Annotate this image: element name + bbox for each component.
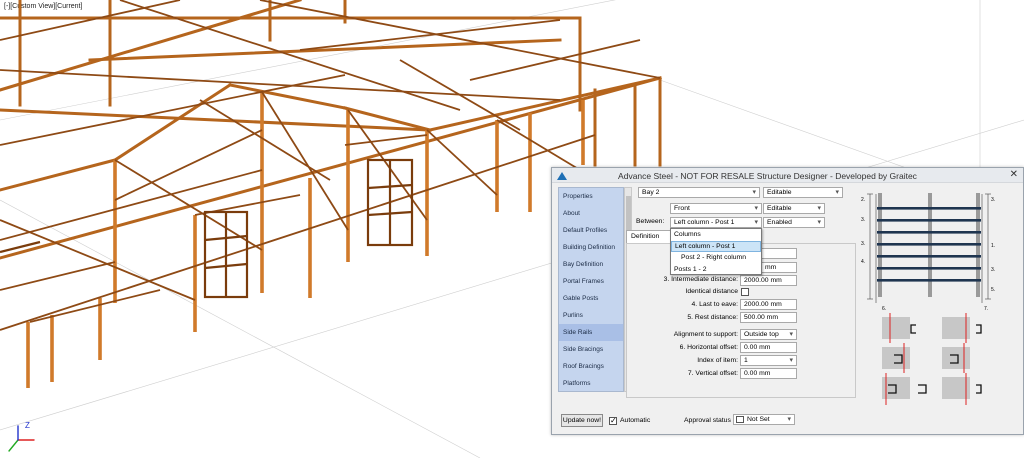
- rail-section-options: [882, 313, 998, 405]
- between-label: Between:: [636, 218, 665, 225]
- nav-item-portal-frames[interactable]: Portal Frames: [559, 273, 623, 290]
- approval-status-value: Not Set: [747, 416, 770, 423]
- rest-distance-input[interactable]: 500.00 mm: [740, 312, 797, 323]
- update-now-button[interactable]: Update now!: [561, 414, 603, 427]
- preview-label: 6.: [882, 306, 886, 311]
- preview-label: 3.: [861, 241, 865, 247]
- side-rail-preview: 2. 3. 3. 4. 3. 1. 3. 5. 6. 7.: [861, 193, 995, 311]
- automatic-label: Automatic: [620, 417, 651, 424]
- identical-distance-checkbox[interactable]: [741, 288, 749, 296]
- nav-item-building-definition[interactable]: Building Definition: [559, 239, 623, 256]
- horizontal-offset-label: 6. Horizontal offset:: [679, 344, 738, 351]
- section-markers: [885, 313, 982, 405]
- structure-designer-dialog: Advance Steel - NOT FOR RESALE Structure…: [551, 167, 1024, 435]
- index-label: Index of item:: [697, 357, 738, 364]
- nav-item-roof-bracings[interactable]: Roof Bracings: [559, 358, 623, 375]
- dropdown-option[interactable]: Posts 1 - 2: [671, 264, 761, 276]
- between-dropdown[interactable]: Columns Left column - Post 1 Post 2 - Righ…: [670, 228, 762, 275]
- intermediate-distance-input[interactable]: 2000.00 mm: [740, 275, 797, 286]
- preview-label: 7.: [984, 306, 988, 311]
- approval-status-select[interactable]: Not Set: [733, 414, 795, 425]
- close-icon[interactable]: ✕: [1010, 169, 1018, 180]
- preview-label: 2.: [861, 197, 865, 203]
- preview-label: 4.: [861, 259, 865, 265]
- vertical-offset-input[interactable]: 0.00 mm: [740, 368, 797, 379]
- dropdown-option[interactable]: Columns: [671, 229, 761, 241]
- nav-item-platforms[interactable]: Platforms: [559, 375, 623, 391]
- tab-definition[interactable]: Definition: [626, 230, 676, 243]
- between-mode-select[interactable]: Enabled: [763, 217, 825, 228]
- index-select[interactable]: 1: [740, 355, 797, 366]
- alignment-label: Alignment to support:: [673, 331, 738, 338]
- preview-label: 3.: [861, 217, 865, 223]
- last-to-eave-label: 4. Last to eave:: [691, 301, 738, 308]
- side-select[interactable]: Front: [670, 203, 762, 214]
- rest-distance-label: 5. Rest distance:: [687, 314, 738, 321]
- identical-label: Identical distance: [685, 288, 738, 295]
- dialog-title: Advance Steel - NOT FOR RESALE Structure…: [618, 171, 917, 181]
- intermediate-label: 3. Intermediate distance:: [663, 276, 738, 283]
- horizontal-offset-input[interactable]: 0.00 mm: [740, 342, 797, 353]
- preview-label: 1.: [991, 243, 995, 249]
- bay-select[interactable]: Bay 2: [638, 187, 760, 198]
- status-swatch-icon: [736, 416, 744, 423]
- nav-item-about[interactable]: About: [559, 205, 623, 222]
- nav-item-default-profiles[interactable]: Default Profiles: [559, 222, 623, 239]
- preview-label: 3.: [991, 267, 995, 273]
- between-select[interactable]: Left column - Post 1: [670, 217, 762, 228]
- alignment-select[interactable]: Outside top: [740, 329, 797, 340]
- designer-nav-list[interactable]: Properties About Default Profiles Building …: [558, 187, 624, 392]
- last-to-eave-input[interactable]: 2000.00 mm: [740, 299, 797, 310]
- nav-item-side-rails[interactable]: Side Rails: [559, 324, 623, 341]
- side-mode-select[interactable]: Editable: [763, 203, 825, 214]
- preview-label: 3.: [991, 197, 995, 203]
- dropdown-option[interactable]: Left column - Post 1: [671, 240, 761, 252]
- preview-label: 5.: [991, 287, 995, 293]
- approval-status-label: Approval status: [684, 417, 731, 424]
- bay-mode-select[interactable]: Editable: [763, 187, 843, 198]
- ucs-axes-icon: Z: [25, 421, 30, 430]
- nav-item-properties[interactable]: Properties: [559, 188, 623, 205]
- nav-item-side-bracings[interactable]: Side Bracings: [559, 341, 623, 358]
- nav-item-purlins[interactable]: Purlins: [559, 307, 623, 324]
- dropdown-option[interactable]: Post 2 - Right column: [671, 252, 761, 264]
- vertical-offset-label: 7. Vertical offset:: [687, 370, 738, 377]
- nav-item-bay-definition[interactable]: Bay Definition: [559, 256, 623, 273]
- automatic-checkbox[interactable]: [609, 416, 617, 425]
- dialog-titlebar[interactable]: Advance Steel - NOT FOR RESALE Structure…: [552, 168, 1023, 183]
- nav-item-gable-posts[interactable]: Gable Posts: [559, 290, 623, 307]
